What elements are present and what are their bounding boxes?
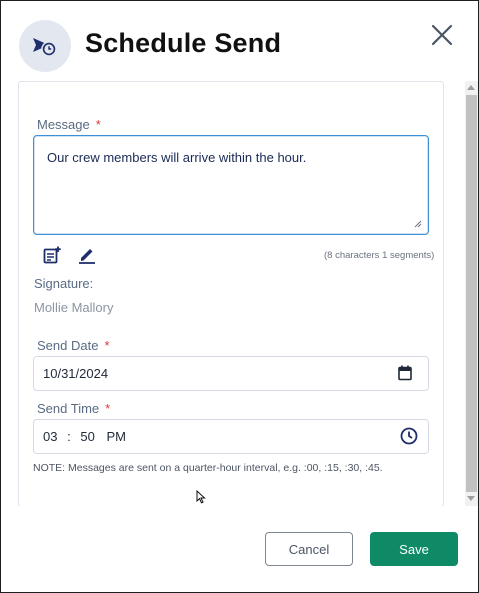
insert-template-icon[interactable]	[43, 246, 61, 264]
close-button[interactable]	[429, 22, 455, 48]
time-period[interactable]: PM	[106, 429, 126, 444]
send-date-value[interactable]: 10/31/2024	[43, 366, 108, 381]
scroll-up-arrow-icon[interactable]	[467, 85, 475, 90]
message-textarea[interactable]: Our crew members will arrive within the …	[33, 135, 429, 235]
edit-pen-icon[interactable]	[78, 245, 96, 264]
scrollbar-thumb[interactable]	[466, 95, 477, 492]
required-mark: *	[104, 338, 110, 353]
close-icon[interactable]	[429, 22, 455, 48]
send-date-input[interactable]: 10/31/2024	[33, 356, 429, 391]
scheduled-send-icon	[33, 38, 57, 57]
time-separator: :	[67, 429, 71, 444]
scroll-down-arrow-icon[interactable]	[467, 496, 475, 501]
vertical-scrollbar[interactable]	[465, 81, 478, 506]
form-scroll-area[interactable]: Message * Our crew members will arrive wi…	[18, 81, 478, 506]
dialog-title: Schedule Send	[85, 28, 282, 58]
time-hour[interactable]: 03	[43, 429, 57, 444]
schedule-send-dialog: Schedule Send Message * Our crew members …	[0, 0, 479, 593]
interval-note: NOTE: Messages are sent on a quarter-hou…	[33, 462, 383, 474]
cancel-button[interactable]: Cancel	[265, 532, 353, 566]
save-button[interactable]: Save	[370, 532, 458, 566]
calendar-icon[interactable]	[398, 365, 412, 381]
mouse-cursor-icon	[196, 490, 206, 504]
required-mark: *	[105, 401, 111, 416]
message-label: Message *	[37, 117, 101, 132]
signature-label: Signature:	[34, 276, 94, 291]
send-date-label: Send Date *	[37, 338, 110, 353]
clock-icon[interactable]	[400, 427, 418, 445]
time-segments[interactable]: 03 : 50 PM	[43, 429, 126, 444]
form-card: Message * Our crew members will arrive wi…	[18, 81, 444, 506]
send-time-input[interactable]: 03 : 50 PM	[33, 419, 429, 454]
dialog-header: Schedule Send	[1, 1, 478, 81]
signature-value: Mollie Mallory	[34, 300, 114, 315]
resize-grip-icon[interactable]	[414, 220, 422, 228]
message-text[interactable]: Our crew members will arrive within the …	[47, 150, 306, 165]
character-count: (8 characters 1 segments)	[324, 250, 435, 261]
send-time-label: Send Time *	[37, 401, 111, 416]
required-mark: *	[95, 117, 101, 132]
time-minute[interactable]: 50	[80, 429, 94, 444]
header-icon-badge	[19, 20, 71, 72]
